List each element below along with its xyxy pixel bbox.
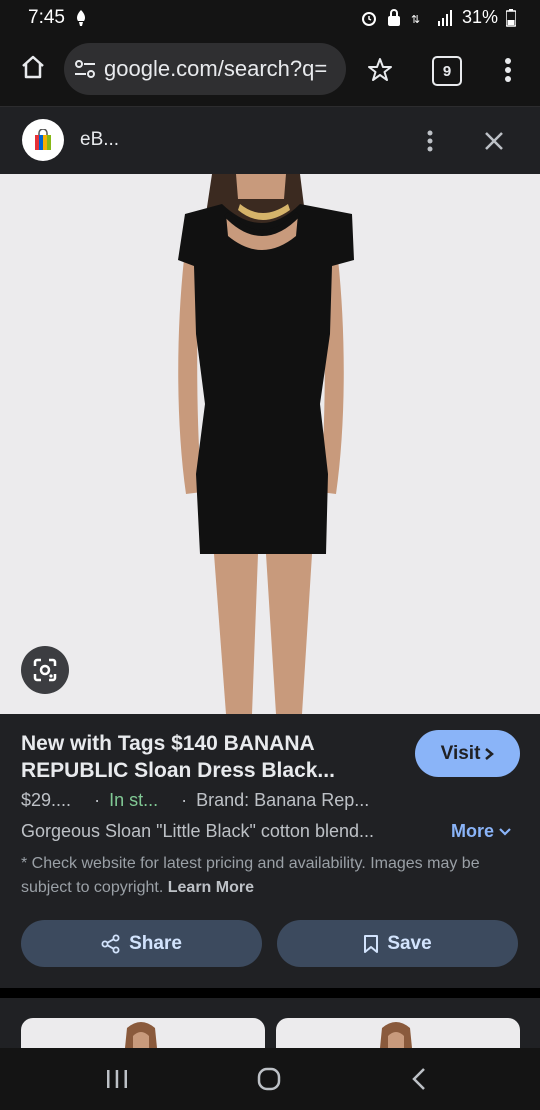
close-icon	[485, 132, 503, 150]
share-label: Share	[129, 932, 182, 954]
share-button[interactable]: Share	[21, 920, 262, 967]
status-time: 7:45	[28, 7, 65, 28]
battery-icon	[506, 8, 516, 27]
menu-button[interactable]	[496, 54, 520, 86]
site-name[interactable]: eB...	[80, 129, 119, 151]
url-text[interactable]: google.com/search?q=	[104, 56, 340, 82]
product-title[interactable]: New with Tags $140 BANANA REPUBLIC Sloan…	[21, 730, 391, 784]
back-icon	[412, 1068, 425, 1090]
svg-text:⇅: ⇅	[411, 13, 420, 26]
bookmark-icon	[364, 934, 379, 953]
chevron-right-icon	[485, 747, 495, 760]
stock-status: In st...	[109, 790, 159, 810]
dress-photo	[0, 174, 540, 714]
close-button[interactable]	[480, 127, 508, 155]
status-bar: 7:45 ⇅ 31%	[0, 0, 540, 36]
related-thumb[interactable]	[21, 1018, 265, 1048]
more-vert-icon	[505, 58, 511, 82]
result-header: eB...	[0, 106, 540, 175]
disclaimer: * Check website for latest pricing and a…	[21, 852, 521, 900]
related-image	[380, 1022, 412, 1048]
system-nav-bar	[0, 1048, 540, 1110]
product-brand: Brand: Banana Rep...	[196, 790, 370, 810]
status-icons: ⇅ 31%	[360, 7, 516, 28]
product-price: $29....	[21, 790, 72, 810]
lens-button[interactable]	[21, 646, 69, 694]
notification-icon	[77, 10, 85, 26]
share-icon	[101, 934, 120, 953]
browser-toolbar: google.com/search?q= 9	[0, 36, 540, 106]
recents-button[interactable]	[100, 1064, 134, 1094]
bookmark-star-button[interactable]	[364, 54, 396, 86]
visit-label: Visit	[440, 742, 481, 764]
visit-button[interactable]: Visit	[415, 730, 520, 777]
home-icon	[22, 55, 44, 79]
lens-icon	[33, 658, 57, 682]
site-favicon	[22, 119, 64, 161]
chevron-down-icon	[499, 828, 511, 836]
back-button[interactable]	[404, 1064, 434, 1094]
more-label: More	[451, 821, 495, 841]
vowifi-icon: ⇅	[411, 13, 420, 26]
lock-icon	[387, 8, 400, 26]
tab-count: 9	[442, 62, 452, 80]
home-nav-button[interactable]	[252, 1062, 286, 1096]
shopping-bag-icon	[35, 129, 51, 150]
home-button[interactable]	[16, 50, 50, 84]
tabs-button[interactable]: 9	[432, 56, 462, 86]
star-icon	[368, 58, 392, 81]
recents-icon	[107, 1070, 127, 1088]
related-thumb[interactable]	[276, 1018, 520, 1048]
learn-more-link[interactable]: Learn More	[168, 879, 254, 896]
related-image	[125, 1022, 157, 1048]
result-menu-button[interactable]	[418, 127, 442, 155]
site-settings-icon[interactable]	[74, 59, 96, 79]
product-info-card: New with Tags $140 BANANA REPUBLIC Sloan…	[0, 714, 540, 988]
more-vert-icon	[427, 130, 433, 152]
more-button[interactable]: More	[451, 821, 511, 842]
alarm-icon	[361, 11, 376, 26]
product-description: Gorgeous Sloan "Little Black" cotton ble…	[21, 821, 374, 841]
save-button[interactable]: Save	[277, 920, 518, 967]
product-image[interactable]	[0, 174, 540, 714]
url-bar[interactable]: google.com/search?q=	[64, 43, 346, 95]
battery-percent: 31%	[461, 7, 498, 27]
product-meta: $29.... · In st... · Brand: Banana Rep..…	[21, 790, 370, 810]
home-circle-icon	[257, 1067, 281, 1091]
save-label: Save	[387, 932, 432, 954]
signal-icon	[437, 9, 452, 26]
related-results	[0, 988, 540, 1048]
